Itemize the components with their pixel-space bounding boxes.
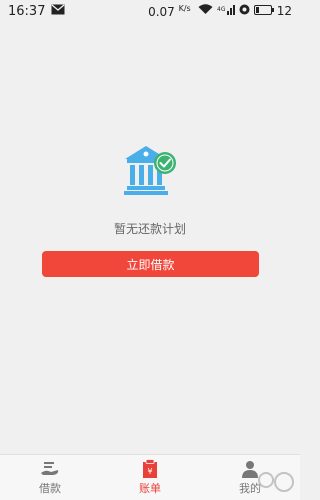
bill-icon: ¥	[139, 459, 161, 479]
nav-item-label: 借款	[39, 482, 61, 495]
signal-4g-icon: 4G	[217, 4, 235, 19]
network-speed: 0.07 K/s	[148, 4, 191, 19]
borrow-icon	[39, 459, 61, 479]
status-right: 0.07 K/s 4G 12	[148, 4, 292, 19]
watermark-logo	[256, 462, 296, 498]
location-icon	[239, 4, 250, 19]
bank-check-icon	[122, 143, 178, 199]
status-bar: 16:37 0.07 K/s 4G 12	[0, 0, 300, 22]
network-speed-value: 0.07	[148, 4, 175, 19]
borrow-now-button[interactable]: 立即借款	[42, 251, 259, 277]
nav-item-label: 账单	[139, 482, 161, 495]
status-left: 16:37	[8, 4, 65, 19]
svg-text:4G: 4G	[217, 6, 226, 13]
nav-item-borrow[interactable]: 借款	[0, 455, 100, 500]
wifi-icon	[198, 3, 213, 19]
nav-item-bill[interactable]: ¥ 账单	[100, 455, 200, 500]
network-speed-unit: K/s	[178, 3, 191, 13]
battery-icon	[253, 4, 274, 19]
svg-text:¥: ¥	[147, 467, 152, 476]
empty-state-message: 暂无还款计划	[113, 222, 186, 236]
notification-icon	[51, 4, 65, 19]
status-time: 16:37	[8, 3, 46, 19]
battery-level: 12	[276, 4, 292, 18]
bottom-nav: 借款 ¥ 账单 我的	[0, 454, 300, 500]
